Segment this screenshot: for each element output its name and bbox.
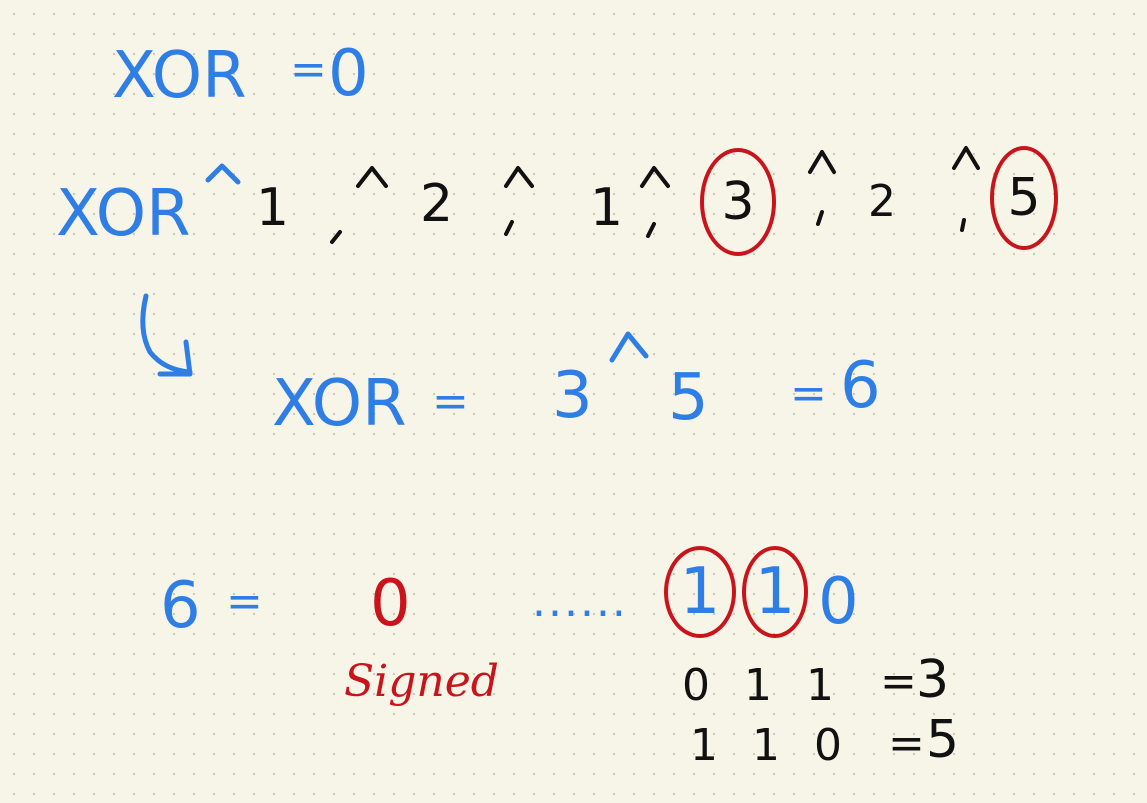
caret-icon-1 <box>356 166 388 188</box>
caret-icon-4 <box>808 150 836 174</box>
xor-caret-icon <box>205 163 241 185</box>
comma-icon-4 <box>816 210 824 226</box>
comma-icon-5 <box>960 218 966 232</box>
xor-result-caret-icon <box>609 331 649 363</box>
comma-icon-3 <box>646 222 656 238</box>
handwriting-strokes <box>140 146 980 377</box>
caret-icon-2 <box>504 166 534 188</box>
caret-icon-5 <box>952 146 980 170</box>
caret-icon-3 <box>640 166 670 188</box>
comma-icon-1 <box>330 230 342 244</box>
down-right-arrow-icon <box>140 293 193 375</box>
comma-icon-2 <box>504 220 514 236</box>
